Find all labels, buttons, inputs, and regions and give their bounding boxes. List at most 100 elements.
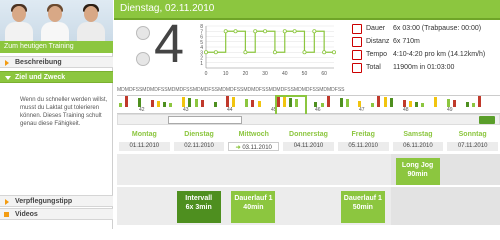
calendar-cell[interactable] [390, 185, 446, 225]
calendar-day-date: ➜ 03.11.2010 [228, 142, 280, 151]
chart-xtick-label: 10 [223, 71, 229, 77]
timeline-workout-bar[interactable] [251, 100, 255, 107]
chevron-down-icon [5, 76, 11, 80]
previous-workout-button[interactable] [136, 26, 150, 40]
sidebar-item-ziel-und-zweck[interactable]: Ziel und Zweck [0, 71, 113, 83]
intensity-chart: 12345678 0 10 20 30 40 50 60 [200, 24, 336, 77]
chart-point [282, 29, 287, 34]
calendar-day-column: Freitag 05.11.2010 Dauerlauf 1 50min [335, 127, 391, 229]
chart-ytick-label: 2 [200, 56, 203, 62]
calendar-cell[interactable] [281, 185, 336, 225]
calendar-day-name: Mittwoch [238, 131, 269, 138]
timeline-workout-bar[interactable] [345, 99, 349, 107]
timeline-workout-bar[interactable] [326, 96, 330, 107]
sidebar-item-verpflegungstipp[interactable]: Verpflegungstipp [0, 195, 113, 207]
calendar-cell[interactable] [117, 185, 172, 225]
chart-point [272, 50, 277, 55]
timeline-workout-bar[interactable] [377, 96, 381, 107]
workout-card[interactable]: Intervall 6x 3min [176, 191, 221, 223]
calendar-date-text: 04.11.2010 [293, 143, 324, 149]
timeline-workout-bar[interactable] [383, 97, 387, 107]
calendar-date-text: 02.11.2010 [184, 143, 214, 149]
next-workout-button[interactable] [136, 52, 150, 66]
timeline-workout-bar[interactable] [232, 97, 236, 107]
calendar-day-column: Samstag 06.11.2010 Long Jog 90min [390, 127, 446, 229]
timeline-workout-bar[interactable] [434, 97, 437, 107]
timeline-workout-bar[interactable] [452, 100, 456, 107]
workout-detail: 6x 3min [185, 204, 212, 211]
timeline-workout-bar[interactable] [182, 97, 185, 107]
workout-title: Long Jog [401, 162, 434, 169]
speed-icon [352, 50, 362, 60]
week-scroller[interactable] [168, 116, 242, 124]
timeline-workout-bar[interactable] [446, 99, 450, 107]
stat-value: 6x 710m [393, 38, 420, 45]
sidebar-item-label: Videos [15, 211, 38, 218]
calendar-cell[interactable] [335, 152, 391, 185]
timeline-workout-bar[interactable] [478, 96, 482, 107]
timeline-workout-bar[interactable] [125, 96, 129, 107]
sidebar-item-label: Verpflegungstipp [15, 198, 73, 205]
stat-value: 11900m in 01:03:00 [393, 64, 455, 71]
timeline-workout-bar[interactable] [150, 100, 154, 107]
chart-point [312, 29, 317, 34]
workout-title: Intervall [185, 195, 213, 202]
stat-value: 4:10-4:20 pro km (14.12km/h) [393, 51, 486, 58]
calendar-cell[interactable] [117, 152, 172, 185]
calendar-cell[interactable] [281, 152, 336, 185]
sidebar: Zum heutigen Training Beschreibung Ziel … [0, 0, 113, 229]
chart-ytick-label: 1 [200, 61, 203, 67]
calendar-day-date: 04.11.2010 [283, 142, 334, 151]
chart-ytick-label: 7 [200, 29, 203, 35]
workout-card[interactable]: Dauerlauf 1 50min [340, 191, 385, 223]
clock-icon [352, 24, 362, 34]
chart-ytick-label: 5 [200, 40, 203, 46]
view-toggle-button[interactable] [479, 116, 495, 124]
calendar-date-text: 07.11.2010 [457, 143, 488, 149]
sidebar-item-label: Ziel und Zweck [15, 74, 66, 81]
app-root: Zum heutigen Training Beschreibung Ziel … [0, 0, 500, 229]
chart-xtick-label: 40 [282, 71, 288, 77]
chart-ytick-label: 3 [200, 50, 203, 56]
stat-value: 6x 03:00 (Trabpause: 00:00) [393, 25, 482, 32]
runner-icon [352, 63, 362, 73]
calendar-day-date: 02.11.2010 [173, 142, 225, 151]
timeline-workout-bar[interactable] [245, 99, 248, 107]
calendar-cell[interactable] [226, 152, 282, 185]
timeline-workout-bar[interactable] [200, 100, 204, 107]
today-training-link[interactable]: Zum heutigen Training [0, 41, 113, 53]
chart-point [302, 50, 307, 55]
athlete-image [4, 2, 34, 46]
timeline-workout-bar[interactable] [137, 98, 141, 107]
chart-point [331, 50, 336, 55]
workout-title: Dauerlauf 1 [343, 195, 382, 202]
sidebar-item-beschreibung[interactable]: Beschreibung [0, 56, 113, 68]
timeline-workout-bar[interactable] [194, 99, 198, 107]
timeline-workout-bar[interactable] [339, 98, 343, 107]
chart-xtick-label: 60 [321, 71, 327, 77]
calendar-day-name: Samstag [403, 131, 433, 138]
plan-timeline[interactable]: MDMDFSSMDMDFSSMDMDFSSMDMDFSSMDMDFSSMDMDF… [117, 87, 500, 123]
workout-detail: 50min [352, 204, 373, 211]
timeline-workout-bar[interactable] [188, 98, 192, 107]
stat-label: Dauer [366, 25, 386, 32]
chart-point [243, 50, 248, 55]
timeline-workout-bar[interactable] [389, 98, 393, 107]
timeline-workout-bar[interactable] [402, 100, 406, 107]
calendar-cell[interactable] [171, 152, 227, 185]
workout-card[interactable]: Dauerlauf 1 40min [231, 191, 276, 223]
calendar-toolbar [117, 114, 500, 125]
calendar-cell[interactable]: Dauerlauf 1 50min [335, 185, 391, 225]
stat-label: Distanz [366, 38, 390, 45]
calendar-cell[interactable]: Dauerlauf 1 40min [226, 185, 282, 225]
calendar-cell[interactable]: Intervall 6x 3min [171, 185, 227, 225]
goal-description: Wenn du schneller werden willst, musst d… [20, 97, 108, 127]
sidebar-item-videos[interactable]: Videos [0, 208, 113, 220]
timeline-workout-bar[interactable] [226, 96, 230, 107]
calendar-day-name: Montag [131, 131, 157, 138]
calendar-cell[interactable] [445, 152, 500, 185]
sidebar-item-label: Beschreibung [15, 59, 62, 66]
calendar-cell[interactable] [445, 185, 500, 225]
workout-card[interactable]: Long Jog 90min [395, 158, 440, 186]
calendar-cell[interactable]: Long Jog 90min [390, 152, 446, 186]
